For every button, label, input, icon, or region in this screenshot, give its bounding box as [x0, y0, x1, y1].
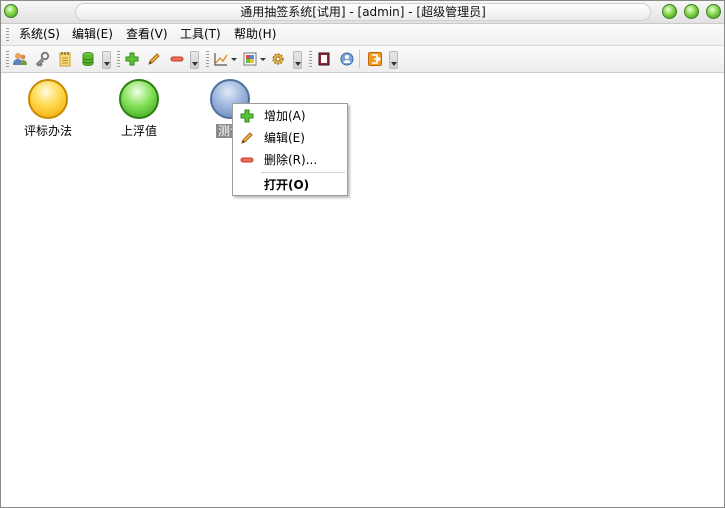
toolbar-overflow-4[interactable]: [389, 51, 398, 69]
toolbar: [1, 46, 724, 73]
context-menu-delete[interactable]: 删除(R)...: [233, 150, 347, 170]
context-menu: 增加(A) 编辑(E) 删除(R)... 打开(O): [232, 103, 348, 196]
desktop-item-float-value[interactable]: 上浮值: [104, 79, 174, 138]
minimize-button[interactable]: [662, 4, 677, 19]
chart-dropdown-icon[interactable]: [231, 58, 237, 61]
book-icon[interactable]: [315, 50, 333, 68]
maximize-button[interactable]: [684, 4, 699, 19]
app-orb-icon[interactable]: [4, 4, 18, 18]
user-search-icon[interactable]: [338, 50, 356, 68]
context-menu-separator: [261, 172, 345, 173]
toolbar-separator: [359, 50, 360, 68]
context-menu-label: 删除(R)...: [264, 153, 318, 167]
toolbar-grip-4[interactable]: [309, 51, 312, 67]
delete-icon: [240, 157, 254, 163]
exit-icon[interactable]: [366, 50, 384, 68]
edit-icon[interactable]: [145, 50, 163, 68]
menu-system[interactable]: 系统(S): [19, 27, 60, 42]
users-icon[interactable]: [11, 50, 29, 68]
toolbar-overflow-3[interactable]: [293, 51, 302, 69]
context-menu-edit[interactable]: 编辑(E): [233, 128, 347, 148]
toolbar-grip[interactable]: [6, 51, 9, 67]
menu-help[interactable]: 帮助(H): [234, 27, 276, 42]
add-icon: [240, 109, 254, 123]
desktop-item-label: 上浮值: [120, 124, 157, 138]
toolbar-overflow-2[interactable]: [190, 51, 199, 69]
close-button[interactable]: [706, 4, 721, 19]
menu-edit[interactable]: 编辑(E): [72, 27, 113, 42]
yellow-orb-icon: [28, 79, 68, 119]
context-menu-label: 编辑(E): [264, 131, 305, 145]
notepad-icon[interactable]: [56, 50, 74, 68]
context-menu-add[interactable]: 增加(A): [233, 106, 347, 126]
menu-bar: 系统(S) 编辑(E) 查看(V) 工具(T) 帮助(H): [1, 24, 724, 46]
palette-icon[interactable]: [241, 50, 259, 68]
window-title: 通用抽签系统[试用] - [admin] - [超级管理员]: [75, 3, 651, 21]
menu-tools[interactable]: 工具(T): [180, 27, 221, 42]
gear-icon[interactable]: [269, 50, 287, 68]
key-icon[interactable]: [33, 50, 51, 68]
green-orb-icon: [119, 79, 159, 119]
title-bar: 通用抽签系统[试用] - [admin] - [超级管理员]: [1, 1, 724, 24]
edit-icon: [241, 132, 253, 144]
context-menu-label: 增加(A): [264, 109, 306, 123]
context-menu-open[interactable]: 打开(O): [233, 175, 347, 195]
app-window: 通用抽签系统[试用] - [admin] - [超级管理员] 系统(S) 编辑(…: [0, 0, 725, 508]
add-icon[interactable]: [123, 50, 141, 68]
toolbar-grip-3[interactable]: [206, 51, 209, 67]
menu-view[interactable]: 查看(V): [126, 27, 168, 42]
toolbar-overflow-1[interactable]: [102, 51, 111, 69]
desktop-area[interactable]: 评标办法 上浮值 测试: [1, 73, 724, 507]
delete-icon[interactable]: [168, 50, 186, 68]
database-icon[interactable]: [79, 50, 97, 68]
palette-dropdown-icon[interactable]: [260, 58, 266, 61]
desktop-item-scoring-method[interactable]: 评标办法: [13, 79, 83, 138]
desktop-item-label: 评标办法: [23, 124, 72, 138]
context-menu-label: 打开(O): [264, 178, 310, 192]
chart-icon[interactable]: [212, 50, 230, 68]
menubar-grip[interactable]: [6, 28, 9, 42]
toolbar-grip-2[interactable]: [117, 51, 120, 67]
